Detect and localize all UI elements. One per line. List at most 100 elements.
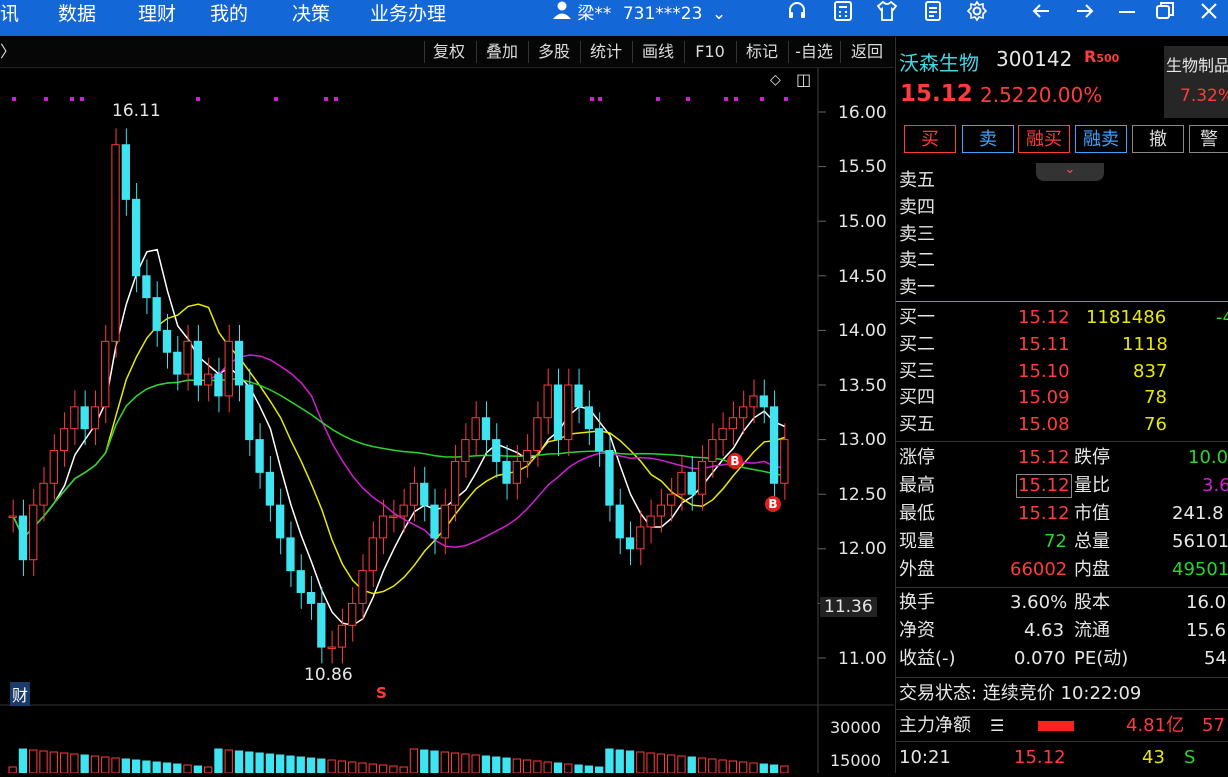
orderbook-sell-row[interactable]: 卖一 <box>896 275 1228 301</box>
kline-svg <box>0 68 894 774</box>
candle-body <box>8 515 17 519</box>
kline-chart[interactable]: 16.00 15.50 15.00 14.50 14.00 13.50 13.0… <box>0 68 894 774</box>
signal-dot <box>324 97 328 101</box>
divider <box>896 441 1228 442</box>
window-toggle-icon[interactable]: ◫ <box>796 70 811 89</box>
shirt-icon[interactable] <box>872 0 902 28</box>
volume-bar <box>245 751 254 774</box>
draw-line-button[interactable]: 画线 <box>632 41 683 63</box>
main-flow-row[interactable]: 主力净额 ☰ 4.81亿 57 <box>896 713 1228 739</box>
diamond-icon[interactable]: ◇ <box>770 72 781 88</box>
candle-body <box>29 504 38 561</box>
candle-body <box>131 198 141 277</box>
return-button[interactable]: 返回 <box>840 41 893 63</box>
signal-dot <box>784 97 788 101</box>
candle-body <box>80 406 89 430</box>
volume-bar <box>59 752 69 774</box>
statistics-button[interactable]: 统计 <box>580 41 631 63</box>
menu-item-business[interactable]: 业务办理 <box>370 0 446 36</box>
orderbook-sell-row[interactable]: 卖三 <box>896 222 1228 248</box>
candle-body <box>183 340 192 375</box>
volume-bar <box>533 760 542 774</box>
volume-bar <box>646 752 655 774</box>
restore-rights-button[interactable]: 复权 <box>424 41 473 63</box>
volume-bar <box>780 765 789 774</box>
gear-icon[interactable] <box>962 0 992 28</box>
candle-body <box>677 471 686 495</box>
volume-bar <box>131 759 141 774</box>
margin-badge: R500 <box>1084 47 1120 66</box>
price-axis-label: 15.50 <box>838 157 887 177</box>
menu-item-data[interactable]: 数据 <box>58 0 96 36</box>
sell-signal-marker: S <box>376 684 387 702</box>
candle-body <box>749 395 758 408</box>
margin-buy-button[interactable]: 融买 <box>1018 125 1070 153</box>
orderbook-sell-row[interactable]: 卖五 <box>896 168 1228 194</box>
signal-dot <box>724 97 728 101</box>
remove-watchlist-button[interactable]: -自选 <box>788 41 839 63</box>
signal-dot <box>274 97 278 101</box>
volume-bar <box>615 749 624 774</box>
minimize-icon[interactable] <box>1112 0 1142 28</box>
volume-bar <box>162 762 172 774</box>
signal-dot <box>80 97 84 101</box>
ma10-line <box>12 303 786 595</box>
orderbook-buy-row[interactable]: 买一 15.12 1181486 -4 <box>896 305 1228 331</box>
back-icon[interactable] <box>1026 0 1056 28</box>
alert-button[interactable]: 警 <box>1189 125 1228 153</box>
candle-body <box>255 439 264 473</box>
price-axis-label: 12.50 <box>838 485 887 505</box>
overlay-button[interactable]: 叠加 <box>476 41 527 63</box>
volume-bar <box>492 756 501 774</box>
orderbook-buy-row[interactable]: 买四 15.09 78 <box>896 385 1228 411</box>
stat-row: 现量 72 总量 56101 <box>899 531 1228 552</box>
multi-stock-button[interactable]: 多股 <box>528 41 579 63</box>
candle-body <box>461 439 470 462</box>
orderbook-buy-row[interactable]: 买二 15.11 1118 <box>896 332 1228 358</box>
headset-icon[interactable] <box>782 0 812 28</box>
volume-bar <box>553 762 563 774</box>
buy-signal-badge: B <box>727 453 743 469</box>
top-menu-bar: 讯 数据 理财 我的 决策 业务办理 梁** 731***23 ⌄ <box>0 0 1228 36</box>
menu-item-decision[interactable]: 决策 <box>292 0 330 36</box>
restore-icon[interactable] <box>1150 0 1180 28</box>
close-icon[interactable] <box>1194 0 1224 28</box>
menu-item-mine[interactable]: 我的 <box>210 0 248 36</box>
orderbook-buy-row[interactable]: 买五 15.08 76 <box>896 412 1228 438</box>
stock-code: 300142 <box>996 47 1073 71</box>
orderbook-sell-row[interactable]: 卖二 <box>896 248 1228 274</box>
calculator-icon[interactable] <box>828 0 858 28</box>
candle-body <box>142 275 151 299</box>
f10-button[interactable]: F10 <box>684 41 735 63</box>
candle-body <box>101 340 110 408</box>
user-account-menu[interactable]: 梁** 731***23 ⌄ <box>552 0 726 28</box>
price-change-pct: 20.00% <box>1026 83 1103 107</box>
volume-bar <box>471 754 480 774</box>
candle-body <box>337 624 347 648</box>
volume-bar <box>584 765 593 774</box>
stat-row: 收益(-) 0.070 PE(动) 54 <box>899 648 1227 669</box>
volume-bar <box>440 751 449 774</box>
signal-dot <box>760 97 764 101</box>
sector-box[interactable]: 生物制品 7.32% <box>1164 46 1228 118</box>
candle-body <box>512 460 521 484</box>
sell-button[interactable]: 卖 <box>962 125 1014 153</box>
volume-bar <box>574 764 583 774</box>
orderbook-sell-row[interactable]: 卖四 <box>896 195 1228 221</box>
orderbook-buy-row[interactable]: 买三 15.10 837 <box>896 359 1228 385</box>
finance-marker[interactable]: 财 <box>10 682 31 706</box>
note-icon[interactable] <box>918 0 948 28</box>
collapse-left-button[interactable]: 〉 <box>0 41 16 63</box>
volume-bar <box>296 756 305 774</box>
buy-button[interactable]: 买 <box>904 125 956 153</box>
volume-bar <box>389 765 398 774</box>
volume-bar <box>152 761 161 774</box>
menu-item-news[interactable]: 讯 <box>0 0 19 36</box>
menu-item-finance[interactable]: 理财 <box>138 0 176 36</box>
volume-bar <box>204 766 213 774</box>
margin-sell-button[interactable]: 融卖 <box>1075 125 1127 153</box>
candle-body <box>615 504 624 539</box>
mark-button[interactable]: 标记 <box>736 41 787 63</box>
cancel-order-button[interactable]: 撤 <box>1132 125 1184 153</box>
forward-icon[interactable] <box>1070 0 1100 28</box>
